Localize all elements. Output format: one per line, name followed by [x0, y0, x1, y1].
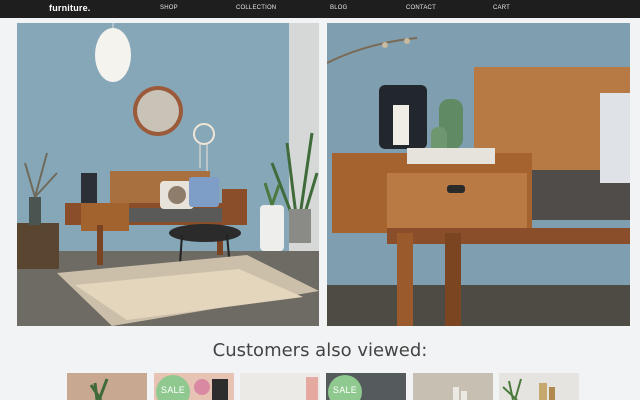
brand-logo[interactable]: furniture. — [49, 3, 91, 13]
hero-image-bench-closeup[interactable] — [327, 23, 630, 326]
nav-cart[interactable]: CART — [493, 5, 510, 11]
product-thumbnail[interactable] — [499, 373, 579, 400]
book — [407, 148, 495, 164]
drawer-handle — [447, 185, 465, 193]
product-thumbnail[interactable] — [413, 373, 493, 400]
customers-also-viewed-heading: Customers also viewed: — [212, 340, 428, 361]
thumbnail-image — [499, 373, 579, 400]
thumbnail-image — [240, 373, 320, 400]
nav-shop[interactable]: SHOP — [160, 5, 178, 11]
top-nav-bar: furniture. SHOP COLLECTION BLOG CONTACT … — [0, 0, 640, 18]
product-thumbnail[interactable] — [67, 373, 147, 400]
pendant-lamp — [95, 28, 131, 82]
nav-contact[interactable]: CONTACT — [406, 5, 436, 11]
thumbnail-image — [413, 373, 493, 400]
product-thumbnail[interactable] — [240, 373, 320, 400]
product-thumbnail[interactable]: SALE — [154, 373, 234, 400]
nav-collection[interactable]: COLLECTION — [236, 5, 276, 11]
thumbnail-image — [67, 373, 147, 400]
product-thumbnail[interactable]: SALE — [326, 373, 406, 400]
nav-blog[interactable]: BLOG — [330, 5, 347, 11]
hero-image-living-room[interactable] — [17, 23, 319, 326]
bench-closeup-illustration — [327, 23, 630, 326]
living-room-illustration — [17, 23, 319, 326]
